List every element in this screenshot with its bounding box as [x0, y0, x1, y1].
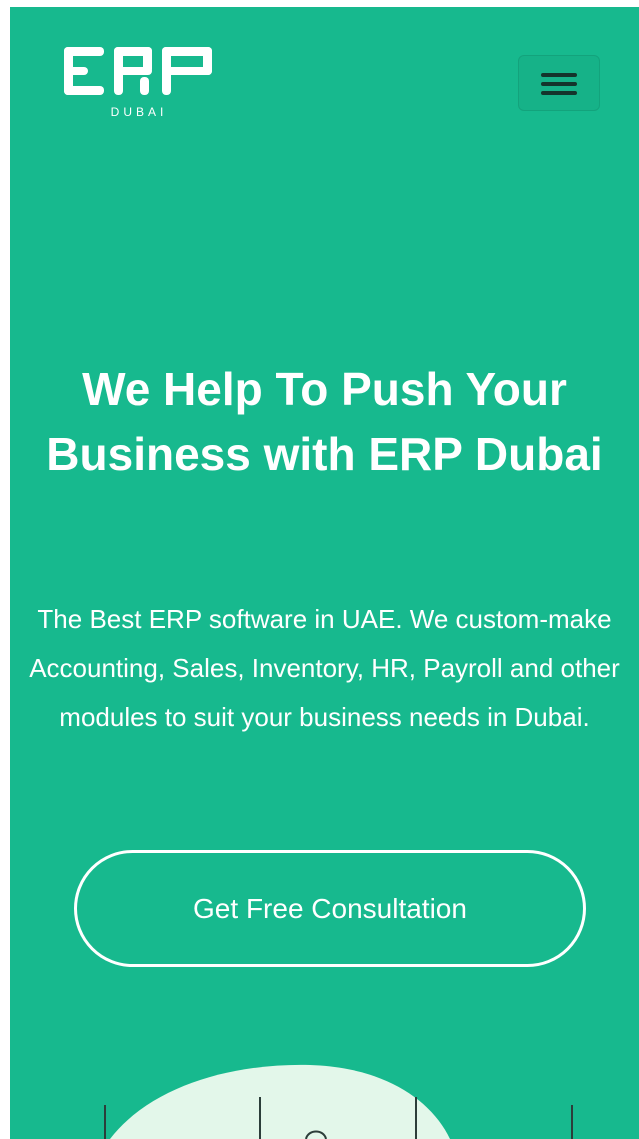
menu-toggle-button[interactable]	[518, 55, 600, 111]
site-logo[interactable]: DUBAI	[62, 41, 222, 131]
hero-illustration	[104, 1064, 573, 1139]
get-free-consultation-button[interactable]: Get Free Consultation	[74, 850, 586, 967]
hamburger-menu-icon	[541, 73, 577, 95]
hero-description: The Best ERP software in UAE. We custom-…	[29, 604, 620, 732]
logo-subtext: DUBAI	[110, 105, 168, 119]
hero-title: We Help To Push Your Business with ERP D…	[46, 363, 603, 480]
erp-logo-mark	[64, 47, 212, 95]
hero-section: DUBAI We Help To Push Your Business with…	[10, 7, 639, 1139]
